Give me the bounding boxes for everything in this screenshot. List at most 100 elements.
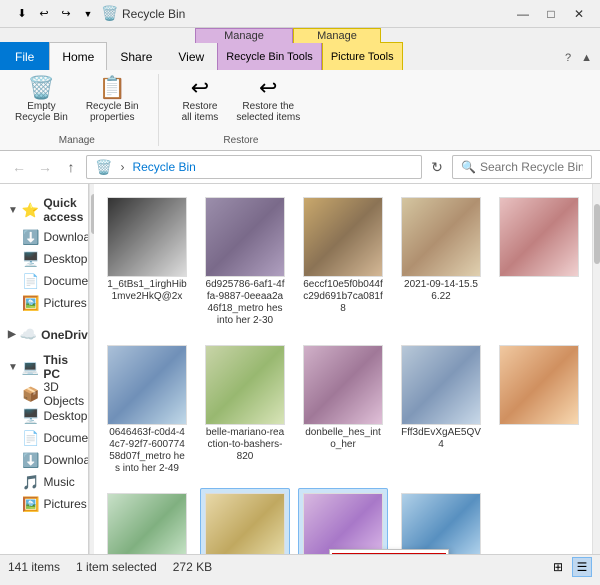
file-item-5[interactable] [494, 192, 584, 332]
minimize-btn[interactable]: — [510, 4, 536, 24]
pc-pictures-icon: 🖼️ [22, 496, 39, 513]
file-thumb-5 [499, 197, 579, 277]
ribbon-group-manage: 🗑️ EmptyRecycle Bin 📋 Recycle Binpropert… [8, 74, 159, 146]
manage-group-label: Manage [59, 133, 95, 146]
file-thumb-10 [499, 345, 579, 425]
file-thumb-4 [401, 197, 481, 277]
pc-desktop-icon: 🖥️ [22, 408, 39, 425]
properties-label: Recycle Binproperties [86, 101, 139, 123]
onedrive-section[interactable]: ▶ ☁️ OneDrive [0, 322, 88, 345]
file-item-1[interactable]: 1_6tBs1_1irghHib1mve2HkQ@2x [102, 192, 192, 332]
up-btn[interactable]: ↑ [60, 156, 82, 178]
manage-label-purple: Manage [195, 28, 293, 43]
ribbon-manage-buttons: 🗑️ EmptyRecycle Bin 📋 Recycle Binpropert… [8, 74, 146, 129]
close-btn[interactable]: ✕ [566, 4, 592, 24]
3dobjects-label: 3D Objects [43, 380, 84, 408]
search-box[interactable]: 🔍 [452, 155, 592, 179]
qat-dropdown-btn[interactable]: ▼ [78, 4, 98, 24]
sidebar-item-3dobjects[interactable]: 📦 3D Objects [0, 383, 88, 405]
properties-icon: 📋 [99, 77, 126, 99]
file-area-wrapper: 1_6tBs1_1irghHib1mve2HkQ@2x 6d925786-6af… [94, 184, 600, 554]
window-icon: 🗑️ [102, 6, 118, 22]
file-item-8[interactable]: donbelle_hes_into_her [298, 340, 388, 480]
qat-undo-btn[interactable]: ↩ [34, 4, 54, 24]
search-icon: 🔍 [461, 160, 476, 174]
file-thumb-3 [303, 197, 383, 277]
quick-access-toolbar: ⬇ ↩ ↪ ▼ [12, 4, 98, 24]
file-thumb-7 [205, 345, 285, 425]
window-controls: — □ ✕ [510, 4, 592, 24]
maximize-btn[interactable]: □ [538, 4, 564, 24]
view-list-btn[interactable]: ☰ [572, 557, 592, 577]
forward-btn[interactable]: → [34, 156, 56, 178]
this-pc-section[interactable]: ▼ 💻 This PC [0, 349, 88, 383]
file-item-14[interactable]: TeamGalaxy-Donnybelle-brings-awesome-to-… [396, 488, 486, 554]
restore-group-label: Restore [223, 133, 258, 146]
file-thumb-2 [205, 197, 285, 277]
pc-pictures-label: Pictures [43, 497, 86, 511]
quick-access-label: Quick access [43, 196, 83, 224]
tab-file[interactable]: File [0, 42, 49, 70]
empty-recycle-bin-btn[interactable]: 🗑️ EmptyRecycle Bin [8, 74, 75, 126]
file-name-6: 0646463f-c0d4-44c7-92f7-60077458d07f_met… [107, 427, 187, 475]
file-item-4[interactable]: 2021-09-14-15.56.22 [396, 192, 486, 332]
sidebar-item-pc-downloads[interactable]: ⬇️ Downloads [0, 449, 88, 471]
tab-manage-recyclebin[interactable]: Recycle Bin Tools [217, 42, 322, 70]
sidebar-item-desktop[interactable]: 🖥️ Desktop 📌 [0, 248, 88, 270]
file-item-10[interactable] [494, 340, 584, 480]
qat-save-btn[interactable]: ⬇ [12, 4, 32, 24]
ribbon-collapse-btn[interactable]: ▲ [577, 50, 596, 66]
file-item-3[interactable]: 6eccf10e5f0b044fc29d691b7ca081f8 [298, 192, 388, 332]
context-menu-restore[interactable]: Restore [332, 553, 446, 554]
search-input[interactable] [480, 160, 583, 174]
back-btn[interactable]: ← [8, 156, 30, 178]
sidebar-item-downloads[interactable]: ⬇️ Downloads 📌 [0, 226, 88, 248]
tab-share[interactable]: Share [107, 42, 165, 70]
quick-access-section[interactable]: ▼ ⭐ Quick access [0, 192, 88, 226]
status-bar: 141 items 1 item selected 272 KB ⊞ ☰ [0, 554, 600, 578]
downloads-icon: ⬇️ [22, 229, 39, 246]
title-bar-left: ⬇ ↩ ↪ ▼ 🗑️ Recycle Bin [8, 4, 510, 24]
file-item-13[interactable]: Restore Cut Delete Properties [298, 488, 388, 554]
desktop-icon: 🖥️ [22, 251, 39, 268]
file-item-6[interactable]: 0646463f-c0d4-44c7-92f7-60077458d07f_met… [102, 340, 192, 480]
file-thumb-11 [107, 493, 187, 554]
ribbon-content: 🗑️ EmptyRecycle Bin 📋 Recycle Binpropert… [0, 70, 600, 150]
pc-downloads-icon: ⬇️ [22, 452, 39, 469]
restore-all-btn[interactable]: ↩ Restoreall items [175, 74, 226, 126]
file-item-7[interactable]: belle-mariano-reaction-to-bashers-820 [200, 340, 290, 480]
file-thumb-13 [303, 493, 383, 554]
path-icon: 🗑️ [95, 159, 112, 176]
tab-manage-picture[interactable]: Picture Tools [322, 42, 403, 70]
tab-home[interactable]: Home [49, 42, 107, 70]
sidebar-item-documents[interactable]: 📄 Documents 📌 [0, 270, 88, 292]
onedrive-label: OneDrive [41, 328, 89, 342]
sidebar-item-music[interactable]: 🎵 Music [0, 471, 88, 493]
view-large-icons-btn[interactable]: ⊞ [548, 557, 568, 577]
file-name-2: 6d925786-6af1-4ffa-9887-0eeaa2a46f18_met… [205, 279, 285, 327]
sidebar-item-pc-desktop[interactable]: 🖥️ Desktop [0, 405, 88, 427]
sidebar-item-pc-documents[interactable]: 📄 Documents [0, 427, 88, 449]
recycle-bin-properties-btn[interactable]: 📋 Recycle Binproperties [79, 74, 146, 126]
sidebar-item-pc-pictures[interactable]: 🖼️ Pictures [0, 493, 88, 515]
sidebar-item-pictures[interactable]: 🖼️ Pictures 📌 [0, 292, 88, 314]
restore-selected-btn[interactable]: ↩ Restore theselected items [229, 74, 307, 126]
tab-view[interactable]: View [165, 42, 217, 70]
refresh-btn[interactable]: ↻ [426, 156, 448, 178]
sidebar: ▼ ⭐ Quick access ⬇️ Downloads 📌 🖥️ Deskt… [0, 184, 89, 554]
ribbon-restore-buttons: ↩ Restoreall items ↩ Restore theselected… [175, 74, 308, 129]
qat-redo-btn[interactable]: ↪ [56, 4, 76, 24]
file-thumb-8 [303, 345, 383, 425]
file-item-11[interactable]: FfISynnaEAAVG3N [102, 488, 192, 554]
file-item-9[interactable]: Fff3dEvXgAE5QV4 [396, 340, 486, 480]
file-scrolltrack[interactable] [592, 184, 600, 554]
documents-label: Documents [43, 274, 88, 288]
ribbon-help-btn[interactable]: ? [561, 50, 575, 66]
file-item-12[interactable]: metro-don donny-pa n-belle-mi hes-into-h [200, 488, 290, 554]
onedrive-icon: ☁️ [20, 326, 37, 343]
file-thumb-14 [401, 493, 481, 554]
address-path[interactable]: 🗑️ › Recycle Bin [86, 155, 422, 179]
file-item-2[interactable]: 6d925786-6af1-4ffa-9887-0eeaa2a46f18_met… [200, 192, 290, 332]
this-pc-label: This PC [43, 353, 79, 381]
empty-bin-label: EmptyRecycle Bin [15, 101, 68, 123]
